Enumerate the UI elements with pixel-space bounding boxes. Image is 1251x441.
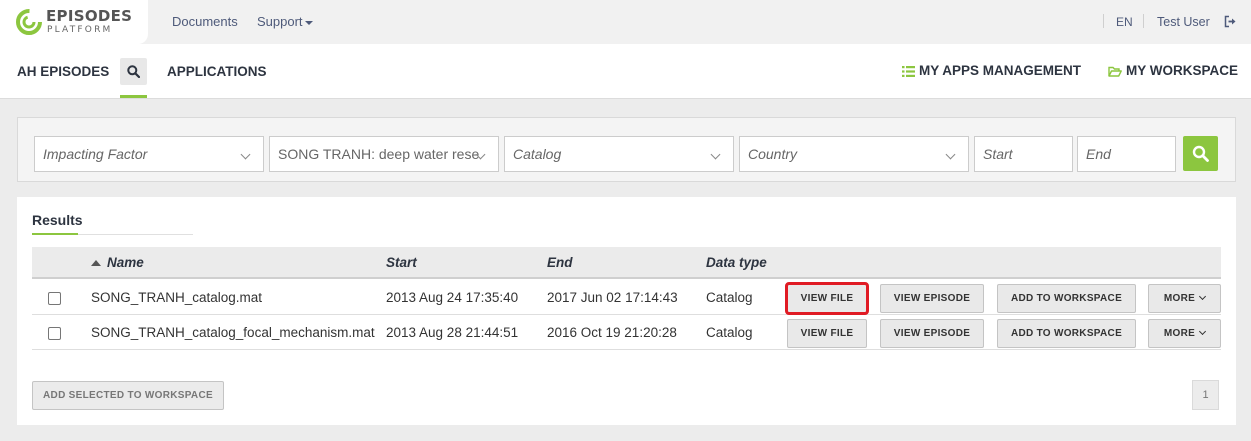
table-row: SONG_TRANH_catalog_focal_mechanism.mat 2… bbox=[32, 315, 1221, 350]
divider bbox=[78, 234, 193, 235]
view-file-button[interactable]: VIEW FILE bbox=[785, 282, 869, 315]
nav-applications[interactable]: APPLICATIONS bbox=[167, 64, 267, 80]
file-name: SONG_TRANH_catalog.mat bbox=[91, 290, 263, 305]
logo-subtitle: PLATFORM bbox=[47, 25, 113, 35]
column-header-data-type[interactable]: Data type bbox=[706, 255, 767, 271]
catalog-select[interactable]: Catalog bbox=[504, 136, 734, 172]
more-label: MORE bbox=[1163, 328, 1196, 339]
nav-search-button[interactable] bbox=[120, 58, 147, 85]
column-name-label: Name bbox=[107, 255, 144, 270]
row-checkbox[interactable] bbox=[48, 327, 61, 340]
logo[interactable]: EPISODES PLATFORM bbox=[0, 0, 148, 44]
nav-ah-episodes[interactable]: AH EPISODES bbox=[17, 64, 109, 80]
filter-panel: Impacting Factor SONG TRANH: deep water … bbox=[17, 117, 1236, 182]
search-icon bbox=[1192, 145, 1209, 162]
results-tab-indicator bbox=[32, 233, 78, 235]
chevron-down-icon bbox=[945, 149, 956, 160]
support-menu[interactable]: Support bbox=[257, 14, 313, 30]
logo-title: EPISODES bbox=[46, 7, 133, 25]
episode-select[interactable]: SONG TRANH: deep water rese bbox=[269, 136, 499, 172]
add-to-workspace-button[interactable]: ADD TO WORKSPACE bbox=[997, 319, 1136, 348]
country-select[interactable]: Country bbox=[739, 136, 969, 172]
column-header-start[interactable]: Start bbox=[386, 255, 417, 271]
documents-link[interactable]: Documents bbox=[172, 14, 238, 30]
impacting-factor-value: Impacting Factor bbox=[43, 146, 148, 162]
view-file-button[interactable]: VIEW FILE bbox=[787, 319, 867, 348]
chevron-down-icon bbox=[1199, 327, 1207, 336]
start-time: 2013 Aug 24 17:35:40 bbox=[386, 290, 519, 305]
folder-open-icon bbox=[1108, 66, 1122, 77]
impacting-factor-select[interactable]: Impacting Factor bbox=[34, 136, 264, 172]
end-date-input[interactable]: End bbox=[1077, 136, 1176, 172]
more-label: MORE bbox=[1163, 293, 1196, 304]
column-header-name[interactable]: Name bbox=[91, 255, 144, 271]
support-label: Support bbox=[257, 14, 303, 29]
end-time: 2016 Oct 19 21:20:28 bbox=[547, 325, 677, 340]
results-tab[interactable]: Results bbox=[32, 212, 83, 228]
nav-my-apps-management[interactable]: MY APPS MANAGEMENT bbox=[902, 63, 1081, 79]
top-bar: EPISODES PLATFORM Documents Support EN T… bbox=[0, 0, 1251, 44]
search-icon bbox=[127, 65, 140, 78]
column-header-end[interactable]: End bbox=[547, 255, 573, 271]
language-selector[interactable]: EN bbox=[1116, 14, 1133, 30]
data-type: Catalog bbox=[706, 290, 753, 305]
more-button[interactable]: MORE bbox=[1148, 319, 1221, 348]
search-button[interactable] bbox=[1183, 136, 1218, 171]
divider bbox=[1103, 14, 1104, 28]
pagination-page[interactable]: 1 bbox=[1192, 380, 1219, 410]
episode-value: SONG TRANH: deep water rese bbox=[278, 146, 480, 162]
catalog-value: Catalog bbox=[513, 146, 562, 162]
list-icon bbox=[902, 66, 915, 77]
divider bbox=[1143, 14, 1144, 28]
more-button[interactable]: MORE bbox=[1148, 284, 1221, 313]
table-header: Name Start End Data type bbox=[32, 247, 1221, 279]
active-tab-indicator bbox=[120, 95, 147, 98]
add-to-workspace-button[interactable]: ADD TO WORKSPACE bbox=[997, 284, 1136, 313]
end-time: 2017 Jun 02 17:14:43 bbox=[547, 290, 678, 305]
user-menu[interactable]: Test User bbox=[1157, 14, 1210, 30]
logo-mark-icon bbox=[16, 9, 42, 35]
start-date-input[interactable]: Start bbox=[974, 136, 1073, 172]
file-name: SONG_TRANH_catalog_focal_mechanism.mat bbox=[91, 325, 375, 340]
logout-icon[interactable] bbox=[1224, 15, 1237, 28]
caret-down-icon bbox=[304, 20, 313, 25]
chevron-down-icon bbox=[240, 149, 251, 160]
chevron-down-icon bbox=[710, 149, 721, 160]
main-nav: AH EPISODES APPLICATIONS MY APPS MANAGEM… bbox=[0, 44, 1251, 99]
add-selected-to-workspace-button[interactable]: ADD SELECTED TO WORKSPACE bbox=[32, 381, 224, 410]
country-value: Country bbox=[748, 146, 798, 162]
sort-ascending-icon bbox=[91, 260, 101, 266]
nav-my-workspace[interactable]: MY WORKSPACE bbox=[1108, 63, 1238, 79]
my-apps-label: MY APPS MANAGEMENT bbox=[919, 63, 1082, 78]
results-panel: Results Name Start End Data type SONG_TR… bbox=[17, 197, 1236, 425]
my-workspace-label: MY WORKSPACE bbox=[1126, 63, 1239, 78]
row-checkbox[interactable] bbox=[48, 292, 61, 305]
start-time: 2013 Aug 28 21:44:51 bbox=[386, 325, 519, 340]
chevron-down-icon bbox=[1199, 292, 1207, 301]
data-type: Catalog bbox=[706, 325, 753, 340]
view-episode-button[interactable]: VIEW EPISODE bbox=[880, 284, 984, 313]
table-row: SONG_TRANH_catalog.mat 2013 Aug 24 17:35… bbox=[32, 280, 1221, 315]
view-episode-button[interactable]: VIEW EPISODE bbox=[880, 319, 984, 348]
